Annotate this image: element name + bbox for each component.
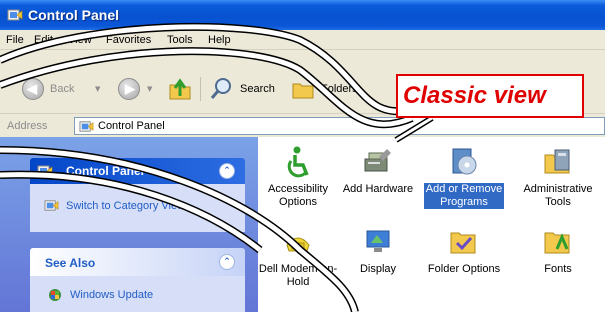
- administrative-tools-icon: [544, 149, 570, 174]
- back-label: Back: [50, 83, 75, 95]
- search-icon: [210, 78, 231, 99]
- control-panel-icon: [44, 200, 59, 211]
- search-label: Search: [240, 83, 275, 95]
- item-label: Display: [359, 263, 397, 275]
- menu-tools[interactable]: Tools: [167, 34, 193, 46]
- see-also-section-body: Windows Update: [30, 276, 245, 312]
- add-remove-programs-icon: [452, 148, 477, 175]
- switch-view-label: Switch to Category View: [66, 200, 186, 212]
- menu-file[interactable]: File: [6, 34, 24, 46]
- item-label: Accessibility Options: [268, 183, 328, 208]
- control-panel-icon: [79, 121, 94, 132]
- menu-edit[interactable]: Edit: [34, 34, 53, 46]
- forward-arrow-icon: ▶: [118, 78, 140, 100]
- item-add-hardware[interactable]: Add Hardware: [338, 145, 418, 196]
- control-panel-items: Accessibility Options Add Hardware Add o…: [258, 137, 605, 312]
- item-display[interactable]: Display: [338, 225, 418, 276]
- back-dropdown-icon[interactable]: ▼: [95, 85, 100, 93]
- collapse-chevron-icon[interactable]: ⌃: [219, 254, 235, 270]
- item-dell-modem-on-hold[interactable]: Dell Modem-on-Hold: [258, 225, 338, 289]
- folders-label: Folders: [321, 83, 358, 95]
- item-label: Add or Remove Programs: [424, 183, 504, 209]
- menu-favorites[interactable]: Favorites: [106, 34, 151, 46]
- control-panel-icon: [37, 165, 53, 177]
- address-bar: Address Control Panel: [0, 115, 605, 137]
- item-label: Fonts: [544, 263, 572, 275]
- address-value: Control Panel: [98, 120, 165, 132]
- control-panel-window: Control Panel File Edit View Favorites T…: [0, 0, 605, 312]
- windows-update-link[interactable]: Windows Update: [70, 289, 153, 301]
- menu-view[interactable]: View: [68, 34, 92, 46]
- item-fonts[interactable]: Fonts: [518, 225, 598, 276]
- item-accessibility-options[interactable]: Accessibility Options: [258, 145, 338, 209]
- control-panel-icon: [7, 9, 23, 21]
- classic-view-callout: Classic view: [396, 74, 584, 118]
- toolbar-separator: [200, 77, 201, 101]
- switch-view-link[interactable]: Switch to Category View: [44, 200, 186, 212]
- item-label: Add Hardware: [342, 183, 414, 195]
- up-folder-icon[interactable]: [167, 76, 193, 102]
- modem-phone-icon: [286, 237, 310, 252]
- callout-text: Classic view: [403, 82, 546, 109]
- menu-help[interactable]: Help: [208, 34, 231, 46]
- see-also-title: See Also: [45, 256, 96, 270]
- control-panel-section-header[interactable]: Control Panel ⌃: [30, 158, 245, 184]
- address-label: Address: [7, 120, 48, 132]
- item-administrative-tools[interactable]: Administrative Tools: [518, 145, 598, 209]
- forward-dropdown-icon[interactable]: ▼: [147, 85, 152, 93]
- window-title: Control Panel: [28, 7, 120, 23]
- accessibility-icon: [287, 146, 309, 178]
- item-label: Administrative Tools: [523, 183, 593, 208]
- folders-icon: [292, 83, 314, 99]
- item-label: Dell Modem-on-Hold: [258, 263, 338, 288]
- windows-update-icon: [49, 289, 61, 301]
- collapse-chevron-icon[interactable]: ⌃: [219, 163, 235, 179]
- section-title: Control Panel: [66, 164, 145, 178]
- folder-options-icon: [450, 232, 476, 254]
- add-hardware-icon: [364, 149, 391, 172]
- display-icon: [366, 230, 390, 252]
- back-arrow-icon: ◀: [22, 78, 44, 100]
- item-folder-options[interactable]: Folder Options: [424, 225, 504, 276]
- control-panel-section-body: Switch to Category View: [30, 184, 245, 232]
- title-bar[interactable]: Control Panel: [0, 0, 605, 30]
- fonts-icon: [544, 232, 570, 254]
- item-add-remove-programs[interactable]: Add or Remove Programs: [424, 145, 504, 209]
- menu-bar: File Edit View Favorites Tools Help: [0, 30, 605, 50]
- item-label: Folder Options: [427, 263, 501, 275]
- see-also-section-header[interactable]: See Also ⌃: [30, 248, 245, 276]
- address-field[interactable]: Control Panel: [74, 117, 605, 135]
